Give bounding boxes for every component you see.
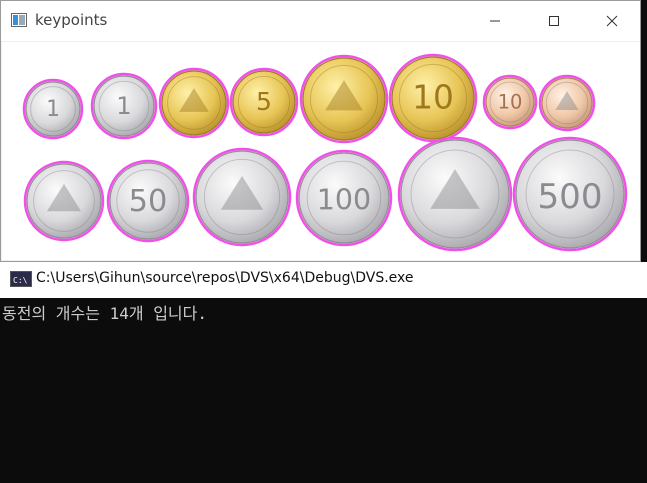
coin-denomination-label: 5 [256, 87, 272, 116]
console-output-area[interactable] [0, 298, 647, 483]
close-button[interactable] [589, 1, 635, 41]
close-icon [606, 15, 618, 27]
coin-ship [158, 67, 230, 139]
coin-pagoda [299, 54, 389, 144]
coin-denomination-label: 50 [129, 184, 168, 219]
keypoints-titlebar[interactable]: keypoints [1, 1, 640, 41]
coin-crane [397, 136, 513, 252]
coin-ten-won: 10 [388, 53, 478, 143]
coin-rice [23, 160, 105, 242]
console-title: C:\Users\Gihun\source\repos\DVS\x64\Debu… [36, 270, 414, 286]
keypoints-image-canvas: 1 1 5 10 10 50 100 500 [2, 42, 640, 260]
coin-denomination-label: 500 [537, 177, 602, 217]
coin-portrait [192, 147, 292, 247]
coin-five-hundred-won: 500 [512, 136, 628, 252]
coin-one-won: 1 [90, 72, 158, 140]
console-icon: C:\ [10, 271, 32, 287]
coin-denomination-label: 10 [498, 90, 523, 113]
minimize-icon [490, 20, 500, 22]
svg-text:C:\: C:\ [13, 276, 28, 285]
coin-denomination-label: 1 [46, 97, 60, 122]
minimize-button[interactable] [472, 1, 518, 41]
coin-denomination-label: 100 [317, 184, 371, 217]
coin-pagoda-small [538, 74, 596, 132]
coins-image: 1 1 5 10 10 50 100 500 [22, 53, 628, 252]
console-output-line: 동전의 개수는 14개 입니다. [2, 304, 207, 323]
coin-hundred-won: 100 [295, 149, 393, 247]
window-title: keypoints [35, 11, 108, 29]
maximize-icon [549, 16, 559, 26]
coin-aluminum-flower: 1 [22, 78, 84, 140]
maximize-button[interactable] [531, 1, 577, 41]
coin-denomination-label: 10 [412, 79, 454, 117]
keypoints-window: keypoints 1 1 5 10 10 50 100 500 [0, 0, 641, 262]
coin-denomination-label: 1 [116, 92, 131, 120]
coin-five-won: 5 [229, 67, 299, 137]
coin-ten-won-small: 10 [482, 74, 538, 130]
coin-fifty-won: 50 [106, 159, 190, 243]
image-window-icon [11, 13, 27, 27]
